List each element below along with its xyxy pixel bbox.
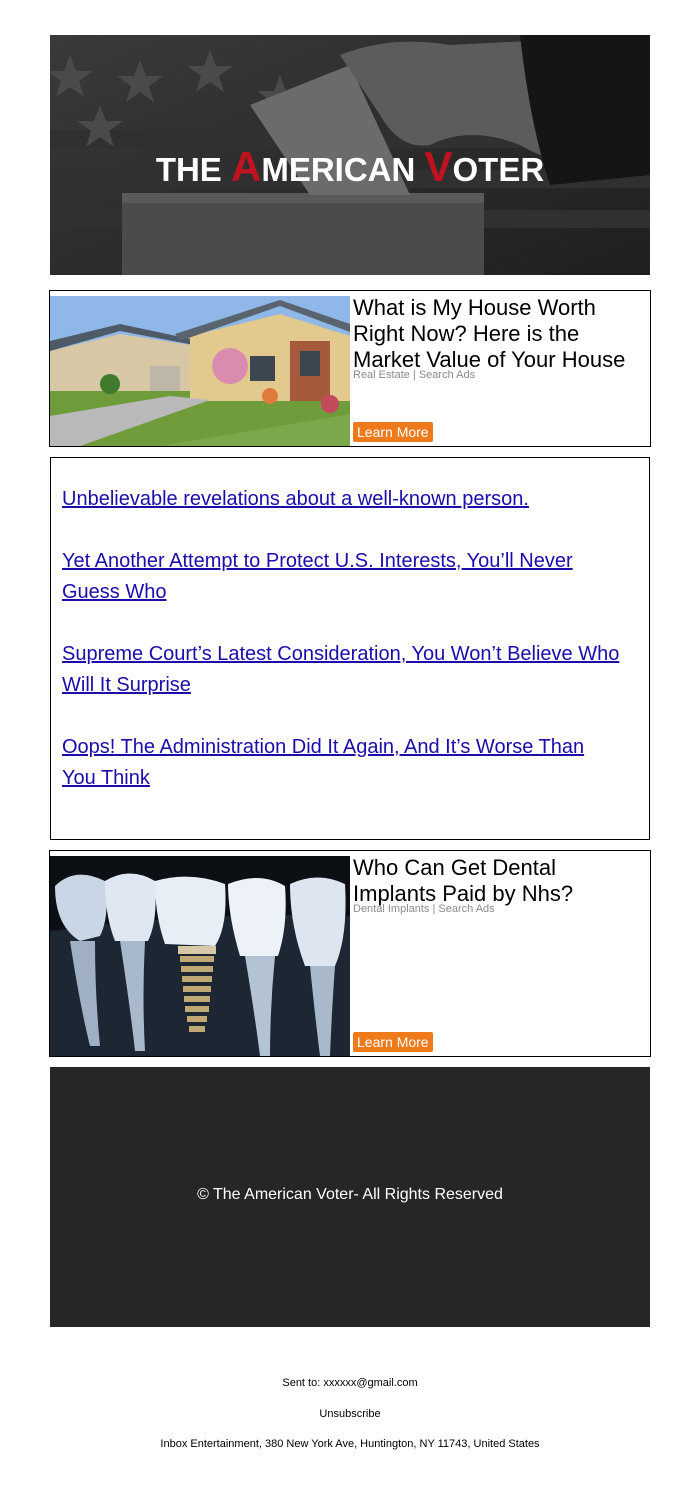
ad-title[interactable]: What is My House Worth Right Now? Here i… bbox=[353, 295, 645, 373]
footer-banner: © The American Voter- All Rights Reserve… bbox=[50, 1067, 650, 1327]
ad-title[interactable]: Who Can Get Dental Implants Paid by Nhs? bbox=[353, 855, 645, 907]
learn-more-button[interactable]: Learn More bbox=[353, 422, 433, 442]
ad-card-real-estate[interactable]: What is My House Worth Right Now? Here i… bbox=[49, 290, 651, 447]
learn-more-button[interactable]: Learn More bbox=[353, 1032, 433, 1052]
logo-text: OTER bbox=[452, 151, 545, 188]
site-logo: THE AMERICAN VOTER bbox=[50, 143, 650, 191]
postal-address: Inbox Entertainment, 380 New York Ave, H… bbox=[160, 1438, 540, 1450]
ad-text: What is My House Worth Right Now? Here i… bbox=[353, 295, 645, 381]
article-link[interactable]: Supreme Court’s Latest Consideration, Yo… bbox=[62, 639, 622, 701]
copyright-text: © The American Voter- All Rights Reserve… bbox=[197, 1186, 503, 1203]
unsubscribe-link[interactable]: Unsubscribe bbox=[319, 1408, 380, 1420]
suburban-houses-image[interactable] bbox=[50, 296, 350, 446]
dental-implant-image[interactable] bbox=[50, 856, 350, 1056]
article-links: Unbelievable revelations about a well-kn… bbox=[50, 457, 650, 840]
ad-text: Who Can Get Dental Implants Paid by Nhs?… bbox=[353, 855, 645, 915]
unsubscribe-line: Unsubscribe bbox=[0, 1408, 700, 1420]
logo-checkmark-letter: V bbox=[424, 143, 453, 190]
article-link[interactable]: Oops! The Administration Did It Again, A… bbox=[62, 732, 622, 794]
sent-to-email: xxxxxx@gmail.com bbox=[323, 1377, 418, 1389]
ad-card-dental[interactable]: Who Can Get Dental Implants Paid by Nhs?… bbox=[49, 850, 651, 1057]
logo-text: THE bbox=[155, 151, 231, 188]
header-banner: THE AMERICAN VOTER bbox=[50, 35, 650, 275]
sent-to-label: Sent to: bbox=[282, 1377, 324, 1389]
logo-text: MERICAN bbox=[261, 151, 425, 188]
article-link[interactable]: Yet Another Attempt to Protect U.S. Inte… bbox=[62, 546, 622, 608]
sent-to-line: Sent to: xxxxxx@gmail.com bbox=[0, 1377, 700, 1389]
logo-accent-letter: A bbox=[230, 143, 262, 190]
article-link[interactable]: Unbelievable revelations about a well-kn… bbox=[62, 484, 622, 515]
